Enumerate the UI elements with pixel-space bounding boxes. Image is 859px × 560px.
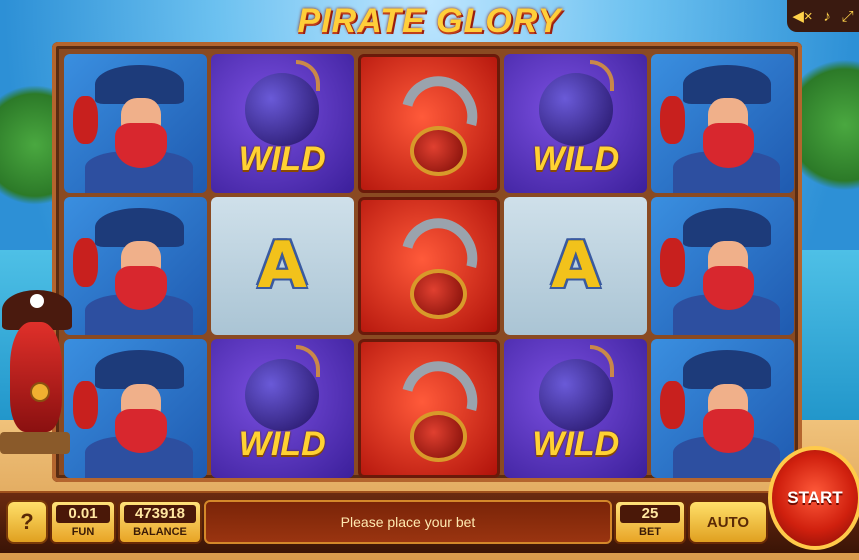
fuse-icon (296, 344, 321, 377)
coin-label: FUN (71, 526, 95, 538)
reels-grid: WILD WILD A A WILD WILD (64, 54, 794, 478)
pirate-beard (702, 123, 754, 168)
fuse-icon (590, 344, 615, 377)
parrot-icon (72, 380, 99, 430)
start-button[interactable]: START (768, 446, 859, 550)
pirate-symbol (64, 54, 207, 193)
wild-label: WILD (532, 425, 620, 464)
help-button[interactable]: ? (6, 500, 48, 544)
top-controls: ◀× ♪ ⤢ (787, 0, 859, 32)
auto-button[interactable]: AUTO (688, 500, 768, 544)
skull-icon (30, 294, 44, 308)
wild-symbol: WILD (504, 339, 648, 478)
hook-symbol (357, 54, 501, 193)
letter-a-symbol: A (210, 196, 354, 336)
bet-value: 25 (620, 505, 680, 523)
fullscreen-icon[interactable]: ⤢ (842, 8, 854, 25)
fuse-icon (590, 59, 615, 92)
game-title: PIRATE GLORY (297, 2, 562, 40)
pirate-symbol (64, 339, 207, 478)
pirate-beard (115, 408, 167, 454)
wild-label: WILD (238, 139, 326, 178)
bet-label: BET (639, 526, 661, 538)
letter-label: A (257, 228, 307, 303)
pirate-symbol (651, 339, 794, 478)
letter-a-symbol: A (504, 196, 648, 336)
mute-icon[interactable]: ◀× (792, 7, 812, 25)
wild-label: WILD (532, 139, 620, 178)
balance-label: BALANCE (133, 526, 187, 538)
hook-symbol (357, 196, 501, 336)
coin-value-panel[interactable]: 0.01 FUN (50, 500, 116, 544)
pirate-beard (115, 265, 167, 311)
bet-panel[interactable]: 25 BET (614, 500, 686, 544)
perch (0, 432, 70, 454)
pirate-symbol (651, 196, 794, 336)
wild-symbol: WILD (210, 339, 354, 478)
pirate-beard (702, 408, 754, 454)
wild-symbol: WILD (210, 54, 354, 193)
parrot-icon (72, 238, 99, 287)
parrot-icon (659, 238, 686, 287)
pirate-symbol (651, 54, 794, 193)
parrot-icon (659, 95, 686, 145)
hook-base (409, 125, 468, 177)
parrot-icon (72, 95, 99, 145)
coin-value: 0.01 (56, 505, 110, 523)
letter-label: A (551, 228, 601, 303)
wild-label: WILD (238, 425, 326, 464)
pirate-symbol (64, 196, 207, 336)
hook-symbol (357, 339, 501, 478)
fuse-icon (296, 59, 321, 92)
medal-icon (30, 382, 50, 402)
parrot-icon (659, 380, 686, 430)
balance-panel: 473918 BALANCE (118, 500, 202, 544)
parrot-body (10, 322, 62, 432)
balance-value: 473918 (124, 505, 196, 523)
hook-base (409, 411, 468, 462)
pirate-beard (115, 123, 167, 168)
pirate-beard (702, 265, 754, 311)
hook-base (409, 268, 468, 320)
status-message: Please place your bet (204, 500, 612, 544)
wild-symbol: WILD (504, 54, 648, 193)
parrot-mascot (0, 282, 74, 462)
music-icon[interactable]: ♪ (823, 8, 831, 25)
